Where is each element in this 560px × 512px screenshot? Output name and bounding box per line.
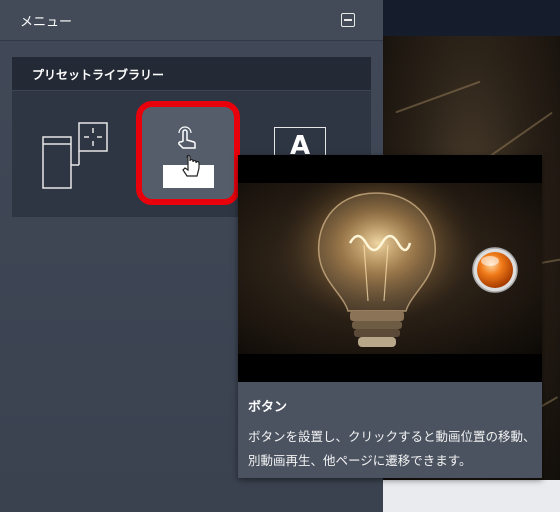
menu-header: メニュー: [0, 0, 383, 41]
orange-button-preview: [472, 247, 518, 293]
canvas-bottom-bar: [383, 480, 560, 512]
button-click-icon: [163, 126, 214, 188]
layout-frame-icon: [42, 122, 108, 189]
preset-tile-button[interactable]: [136, 101, 240, 205]
preset-library-title: プリセットライブラリー: [32, 68, 165, 82]
lightbulb-image: [238, 183, 542, 354]
preset-tile-layout[interactable]: [36, 117, 116, 197]
canvas-top-bar: [383, 0, 560, 36]
tooltip-title: ボタン: [248, 400, 288, 415]
menu-title: メニュー: [20, 15, 73, 30]
minus-box-icon[interactable]: [341, 13, 355, 27]
tooltip-description: ボタンを設置し、クリックすると動画位置の移動、別動画再生、他ページに遷移できます…: [248, 429, 536, 468]
preset-tooltip: ボタン ボタンを設置し、クリックすると動画位置の移動、別動画再生、他ページに遷移…: [238, 155, 542, 478]
preset-library-header[interactable]: プリセットライブラリー: [12, 57, 371, 91]
tooltip-preview: [238, 155, 542, 382]
